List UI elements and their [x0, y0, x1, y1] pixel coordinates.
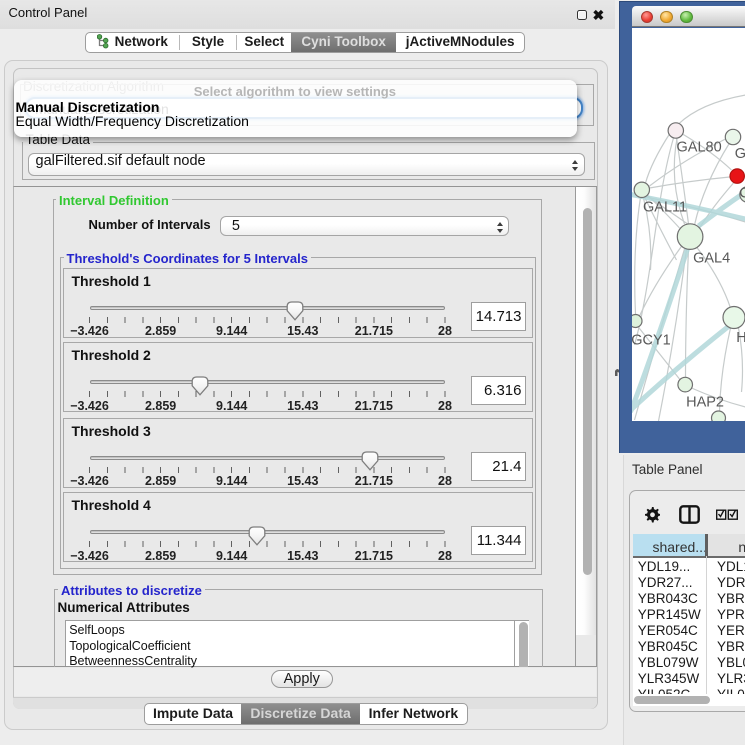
svg-text:G.: G. [734, 146, 745, 162]
svg-text:GAL11: GAL11 [643, 200, 687, 216]
svg-text:GAL80: GAL80 [676, 140, 721, 156]
svg-text:HAP2: HAP2 [686, 395, 724, 411]
svg-text:GAL4: GAL4 [693, 251, 730, 267]
svg-text:C: C [739, 186, 745, 202]
svg-text:H: H [736, 330, 745, 346]
svg-text:GCY1: GCY1 [632, 333, 671, 349]
